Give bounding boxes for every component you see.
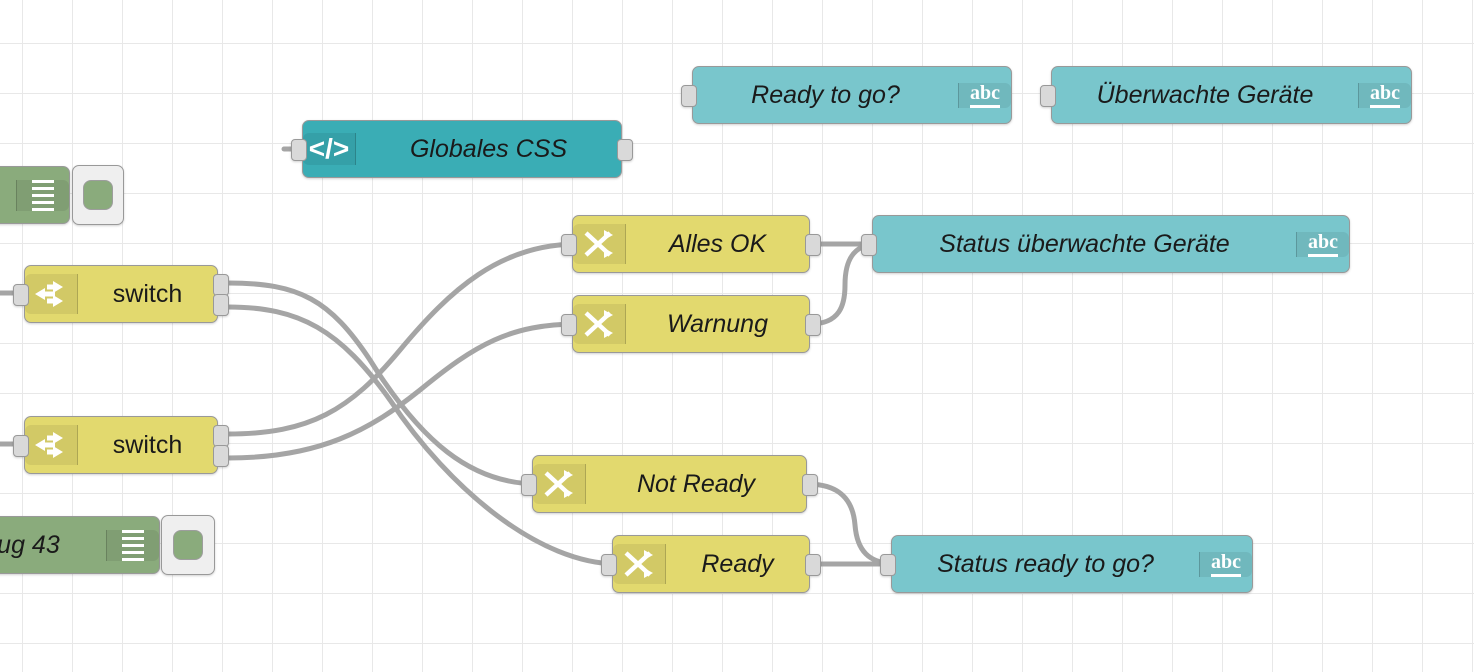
debug-toggle-indicator (173, 530, 203, 560)
node-input-port[interactable] (681, 85, 697, 107)
node-label: switch (112, 279, 183, 308)
debug-node-top[interactable] (0, 166, 70, 224)
change-node-warnung[interactable]: Warnung (561, 295, 821, 353)
abc-icon: abc (970, 82, 1000, 108)
node-icon-cell (16, 179, 69, 211)
node-icon-cell (533, 464, 586, 504)
change-icon (624, 550, 653, 578)
abc-icon: abc (1308, 231, 1338, 257)
node-body: </> Globales CSS (303, 121, 621, 177)
node-body: Status ready to go? abc (892, 536, 1252, 592)
template-node-ready-to-go[interactable]: Ready to go? abc (681, 66, 1012, 124)
node-label: Globales CSS (409, 134, 568, 163)
bars-icon (122, 529, 144, 561)
node-label: switch (112, 430, 183, 459)
switch-icon (35, 432, 63, 458)
node-icon-cell (25, 425, 78, 465)
node-body: switch (25, 266, 217, 322)
switch-icon (35, 281, 63, 307)
node-body: Ready to go? abc (693, 67, 1011, 123)
node-label: Warnung (667, 309, 768, 338)
wire-switch1-out1-to-not-ready[interactable] (225, 280, 541, 487)
node-icon-cell: abc (958, 82, 1011, 108)
node-icon-cell: abc (1358, 82, 1411, 108)
node-body: Warnung (573, 296, 809, 352)
node-label: Status überwachte Geräte (939, 229, 1230, 258)
change-node-not-ready[interactable]: Not Ready (521, 455, 818, 513)
node-input-port[interactable] (1040, 85, 1056, 107)
change-icon (544, 470, 573, 498)
node-input-port[interactable] (13, 435, 29, 457)
node-input-port[interactable] (880, 554, 896, 576)
node-icon-cell (613, 544, 666, 584)
node-icon-cell: </> (303, 133, 356, 165)
change-node-alles-ok[interactable]: Alles OK (561, 215, 821, 273)
wire-not-ready-to-status-ready[interactable] (804, 481, 900, 567)
change-icon (584, 310, 613, 338)
node-icon-cell (573, 304, 626, 344)
node-output-port[interactable] (213, 444, 229, 467)
debug-toggle-button[interactable] (72, 165, 124, 225)
wire-switch2-out1-to-alles-ok[interactable] (225, 241, 581, 437)
node-body: switch (25, 417, 217, 473)
node-label: bug 43 (0, 530, 60, 559)
node-label: Not Ready (636, 469, 756, 498)
template-node-status-ready-to-go[interactable]: Status ready to go? abc (880, 535, 1253, 593)
node-icon-cell: abc (1199, 551, 1252, 577)
change-node-ready[interactable]: Ready (601, 535, 821, 593)
bars-icon (32, 179, 54, 211)
node-output-port[interactable] (617, 139, 633, 161)
node-input-port[interactable] (13, 284, 29, 306)
node-output-port[interactable] (802, 474, 818, 496)
node-body (0, 167, 69, 223)
node-input-port[interactable] (561, 234, 577, 256)
node-body: bug 43 (0, 517, 159, 573)
change-icon (584, 230, 613, 258)
node-icon-cell (25, 274, 78, 314)
code-icon: </> (308, 133, 350, 164)
node-input-port[interactable] (861, 234, 877, 256)
node-body: Alles OK (573, 216, 809, 272)
node-output-port[interactable] (805, 314, 821, 336)
template-node-status-ueberwachte-geraete[interactable]: Status überwachte Geräte abc (861, 215, 1350, 273)
template-node-globales-css[interactable]: </> Globales CSS (291, 120, 633, 178)
node-input-port[interactable] (291, 139, 307, 161)
wire-warnung-to-status-geraete[interactable] (807, 241, 881, 327)
flow-canvas[interactable]: switch switch bug 43 </> Globales CSS Ready t… (0, 0, 1474, 672)
switch-node-1[interactable]: switch (13, 265, 229, 323)
node-label: Überwachte Geräte (1096, 80, 1314, 109)
node-icon-cell: abc (1296, 231, 1349, 257)
wire-switch2-out2-to-warnung[interactable] (225, 321, 581, 461)
node-body: Ready (613, 536, 809, 592)
node-body: Überwachte Geräte abc (1052, 67, 1411, 123)
node-label: Ready to go? (751, 80, 900, 109)
wire-switch1-out2-to-ready[interactable] (225, 304, 621, 567)
node-input-port[interactable] (561, 314, 577, 336)
node-body: Status überwachte Geräte abc (873, 216, 1349, 272)
node-label: Ready (701, 549, 774, 578)
node-label: Status ready to go? (937, 549, 1154, 578)
abc-icon: abc (1370, 82, 1400, 108)
node-label: Alles OK (668, 229, 767, 258)
switch-node-2[interactable]: switch (13, 416, 229, 474)
node-icon-cell (106, 529, 159, 561)
node-body: Not Ready (533, 456, 806, 512)
debug-toggle-indicator (83, 180, 113, 210)
node-input-port[interactable] (601, 554, 617, 576)
node-output-port[interactable] (805, 234, 821, 256)
node-output-port[interactable] (213, 293, 229, 316)
abc-icon: abc (1211, 551, 1241, 577)
template-node-ueberwachte-geraete[interactable]: Überwachte Geräte abc (1040, 66, 1412, 124)
node-icon-cell (573, 224, 626, 264)
node-output-port[interactable] (805, 554, 821, 576)
debug-node-43[interactable]: bug 43 (0, 516, 160, 574)
debug-toggle-button[interactable] (161, 515, 215, 575)
node-input-port[interactable] (521, 474, 537, 496)
